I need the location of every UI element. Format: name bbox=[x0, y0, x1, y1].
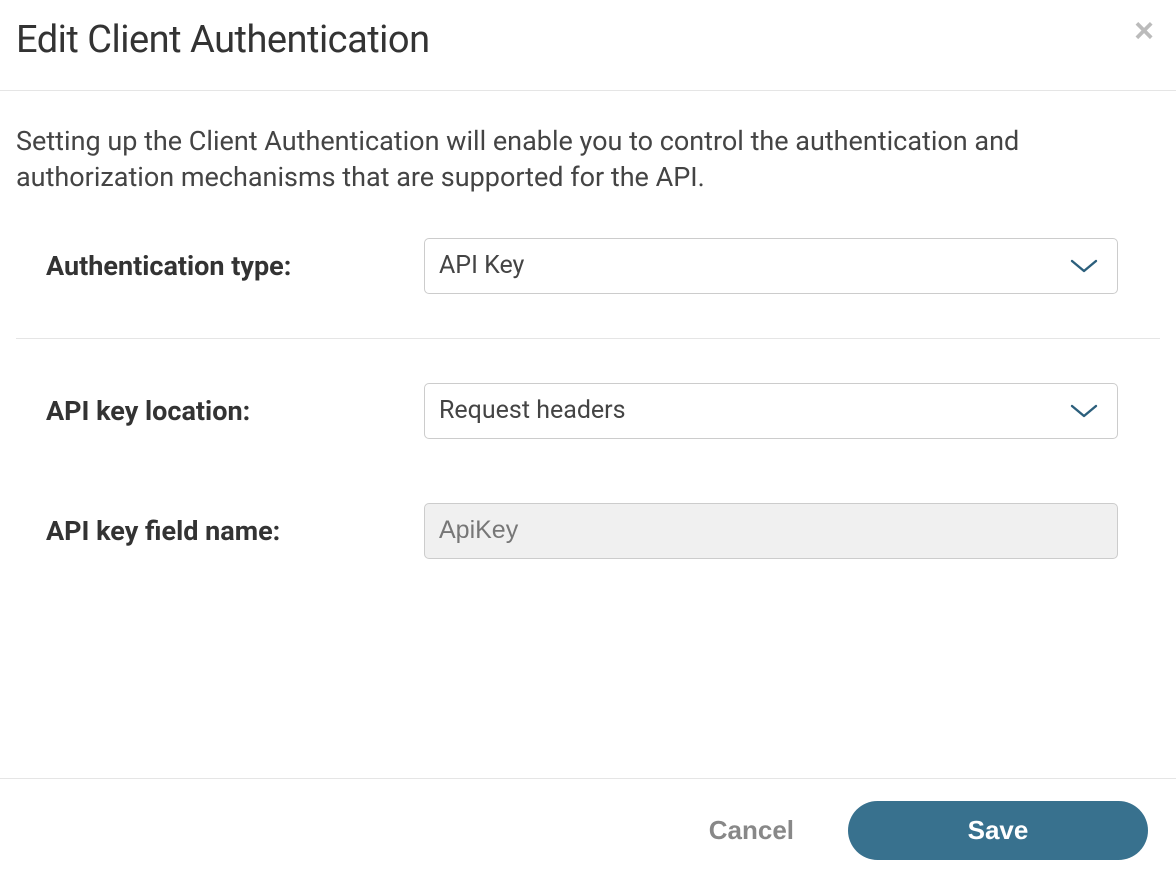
api-key-field-name-label: API key field name: bbox=[16, 515, 424, 547]
modal-body: Setting up the Client Authentication wil… bbox=[0, 91, 1176, 778]
api-key-location-row: API key location: Request headers bbox=[16, 339, 1160, 463]
modal-footer: Cancel Save bbox=[0, 778, 1176, 872]
auth-type-select[interactable]: API Key bbox=[424, 238, 1118, 294]
api-key-field-name-control bbox=[424, 503, 1160, 559]
modal-title: Edit Client Authentication bbox=[16, 18, 1160, 62]
api-key-field-name-input[interactable] bbox=[424, 503, 1118, 559]
api-key-location-value: Request headers bbox=[439, 396, 626, 425]
save-button[interactable]: Save bbox=[848, 801, 1148, 860]
api-key-location-select-wrap: Request headers bbox=[424, 383, 1118, 439]
edit-client-auth-modal: Edit Client Authentication × Setting up … bbox=[0, 0, 1176, 872]
auth-type-row: Authentication type: API Key bbox=[16, 232, 1160, 338]
auth-type-select-wrap: API Key bbox=[424, 238, 1118, 294]
modal-header: Edit Client Authentication × bbox=[0, 0, 1176, 91]
cancel-button[interactable]: Cancel bbox=[709, 815, 794, 846]
close-icon: × bbox=[1134, 12, 1154, 50]
api-key-location-label: API key location: bbox=[16, 395, 424, 427]
auth-type-control: API Key bbox=[424, 238, 1160, 294]
api-key-location-select[interactable]: Request headers bbox=[424, 383, 1118, 439]
auth-type-value: API Key bbox=[439, 251, 524, 280]
api-key-location-control: Request headers bbox=[424, 383, 1160, 439]
close-button[interactable]: × bbox=[1134, 14, 1154, 48]
modal-description: Setting up the Client Authentication wil… bbox=[0, 91, 1176, 232]
form-section: Authentication type: API Key bbox=[0, 232, 1176, 583]
api-key-field-name-row: API key field name: bbox=[16, 463, 1160, 583]
auth-type-label: Authentication type: bbox=[16, 250, 424, 282]
